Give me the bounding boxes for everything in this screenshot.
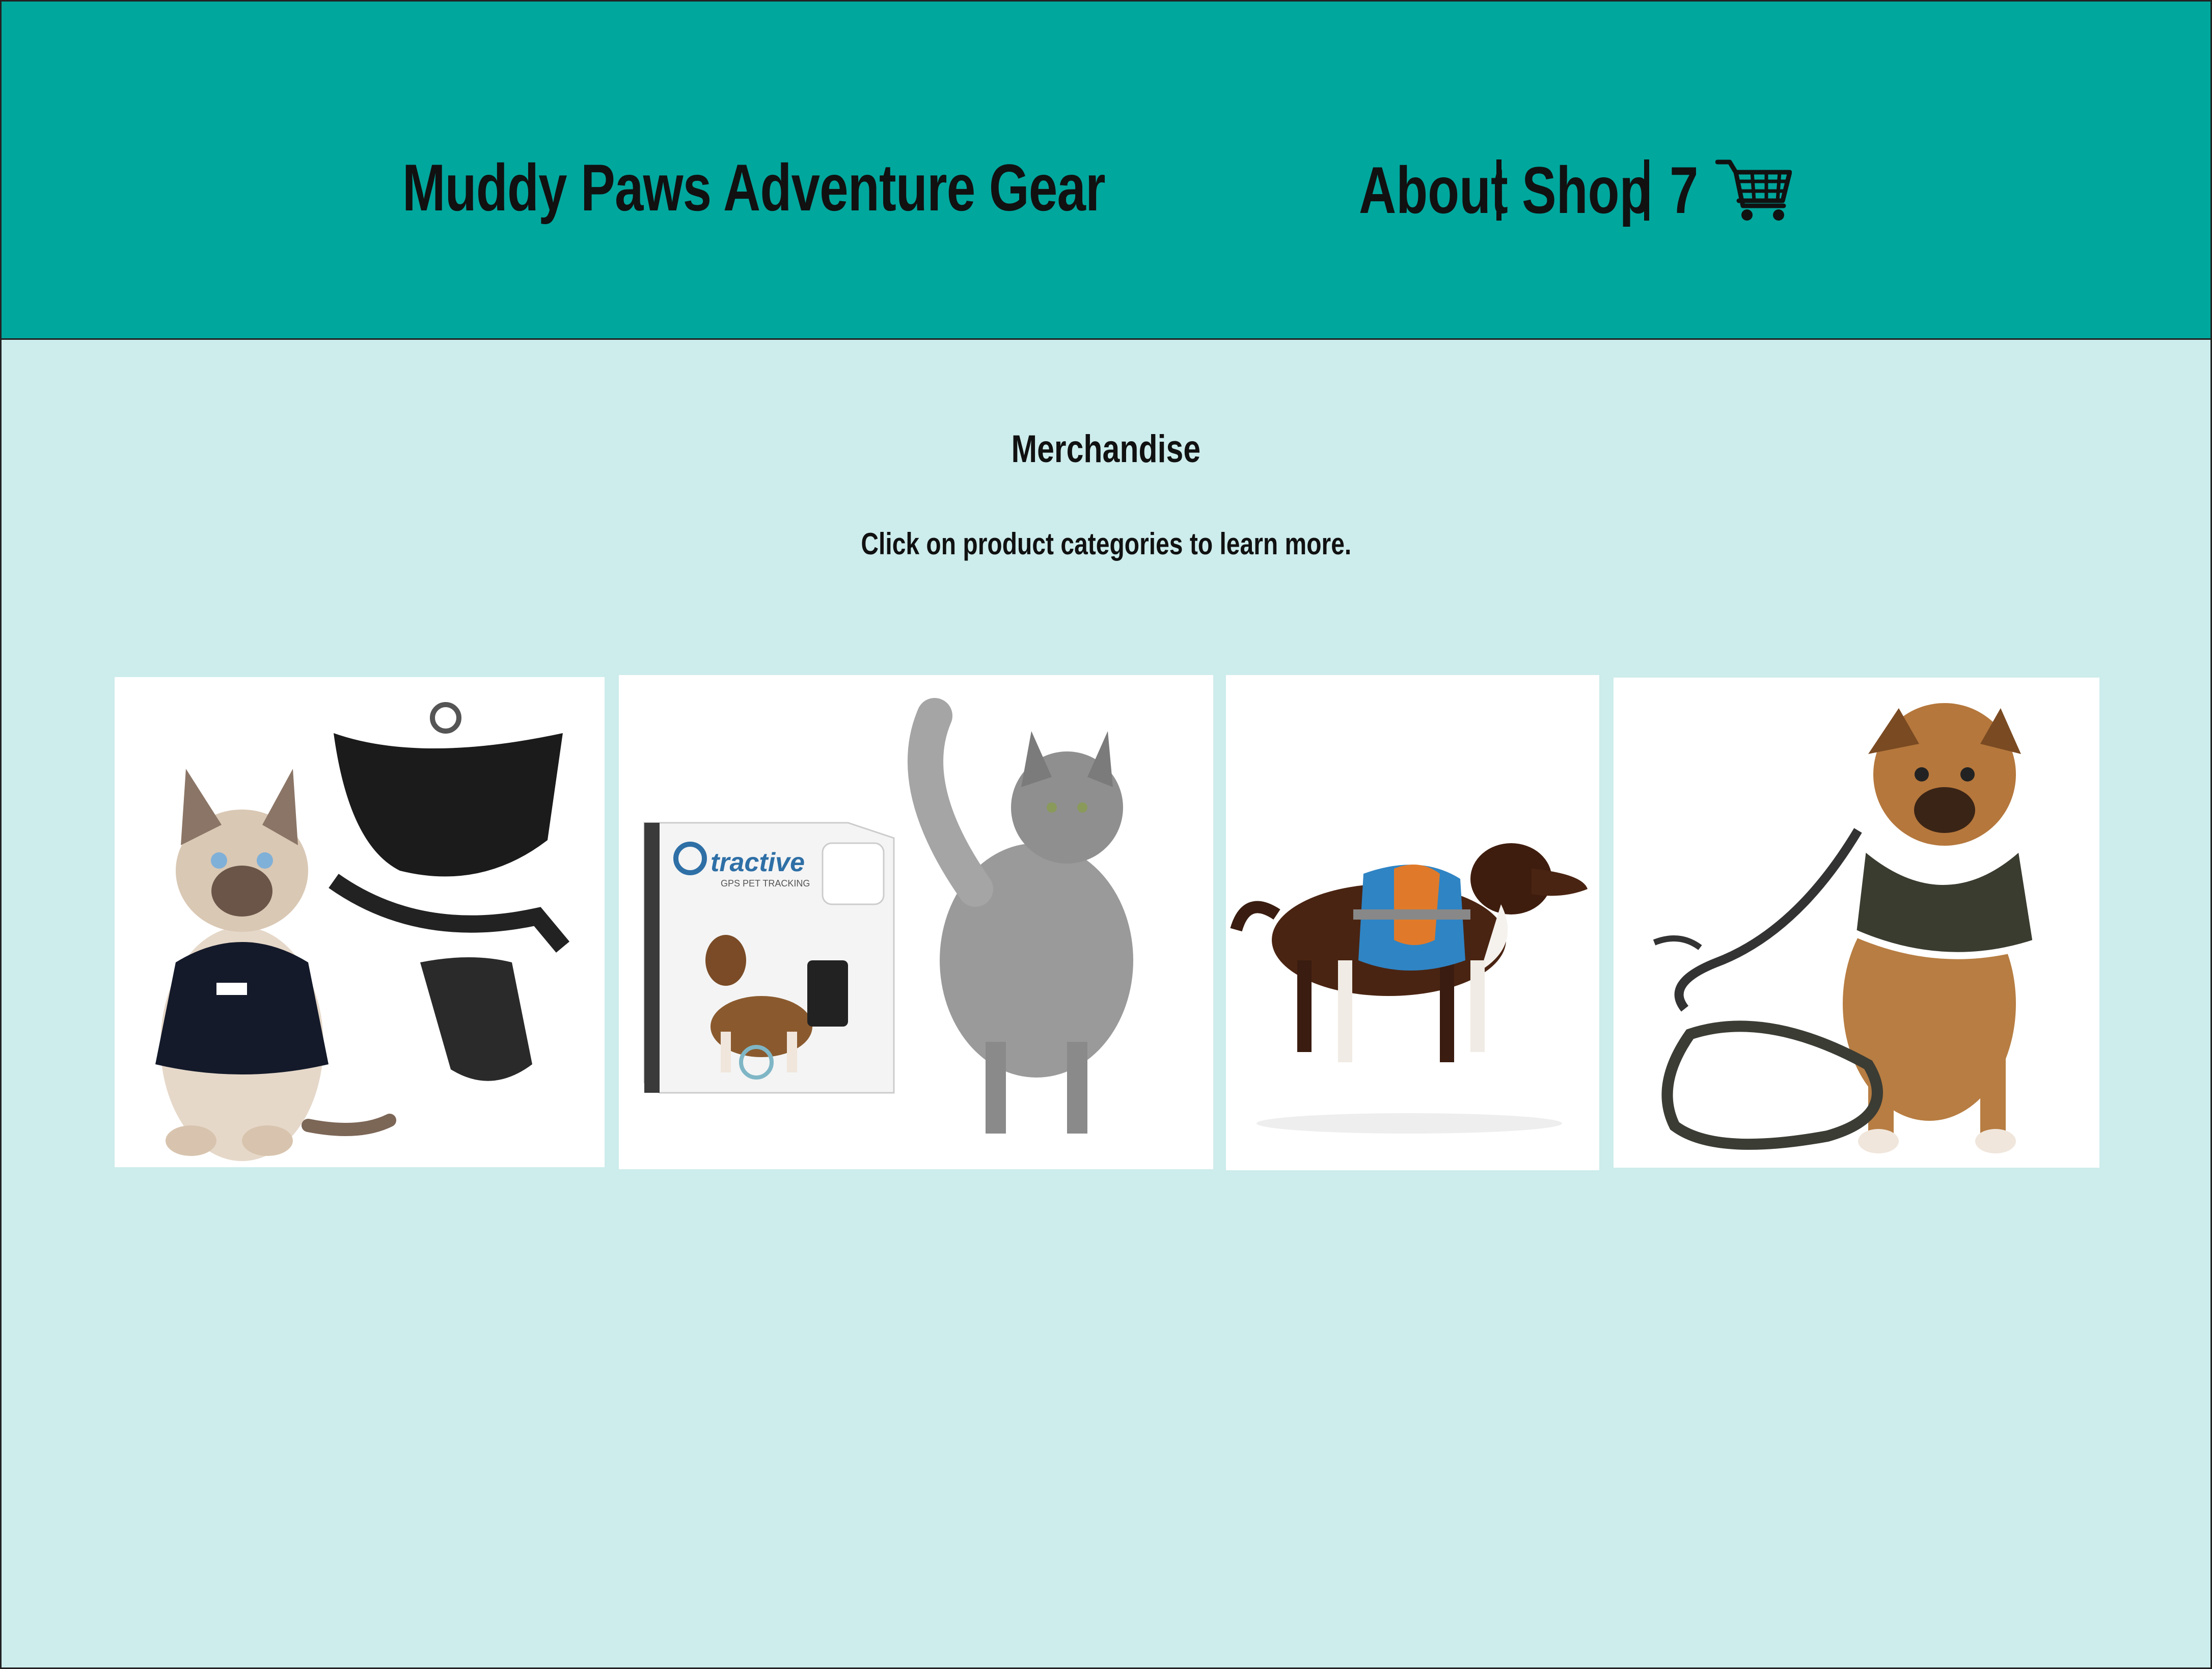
- site-header: Muddy Paws Adventure Gear About Shop 7: [2, 2, 2210, 340]
- gps-caption: GPS PET TRACKING: [721, 878, 810, 889]
- product-tile-gps-tracker[interactable]: tractive GPS PET TRACKING: [619, 675, 1213, 1169]
- gps-tracker-image: tractive GPS PET TRACKING: [619, 675, 1213, 1169]
- dog-harness-leash-image: [1614, 678, 2099, 1168]
- product-tile-dog-backpack[interactable]: [1226, 675, 1599, 1170]
- product-tile-dog-harness-leash[interactable]: [1614, 678, 2099, 1168]
- merchandise-heading: Merchandise: [1011, 427, 1201, 471]
- page: Muddy Paws Adventure Gear About Shop 7 M…: [0, 0, 2212, 1669]
- product-tile-cat-harness[interactable]: [115, 677, 605, 1167]
- site-brand[interactable]: Muddy Paws Adventure Gear: [402, 149, 1106, 226]
- nav-about-link[interactable]: About: [1359, 152, 1508, 228]
- tractive-logo-text: tractive: [711, 848, 805, 877]
- shopping-cart-icon[interactable]: [1715, 157, 1792, 223]
- section-subtitle: Click on product categories to learn mor…: [2, 526, 2210, 561]
- dog-backpack-image: [1226, 675, 1599, 1170]
- section-title: Merchandise: [2, 427, 2210, 471]
- main-nav: About Shop 7: [1359, 149, 1792, 231]
- nav-shop-link[interactable]: Shop: [1522, 152, 1651, 228]
- cart-count[interactable]: 7: [1670, 152, 1698, 228]
- cat-harness-image: [115, 677, 605, 1167]
- instructions-text: Click on product categories to learn mor…: [861, 527, 1351, 561]
